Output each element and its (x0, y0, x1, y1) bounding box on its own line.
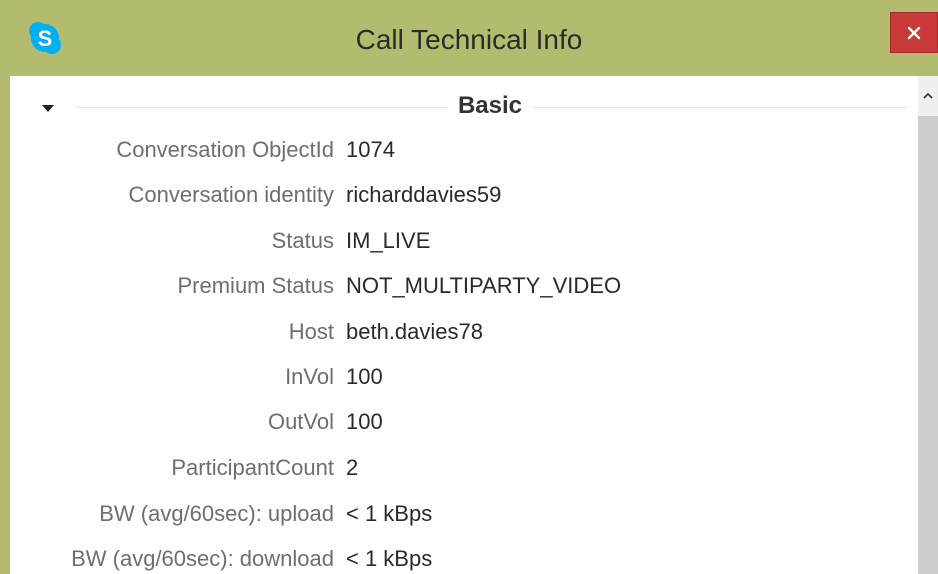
call-technical-info-window: S Call Technical Info Basic Conversation… (0, 0, 938, 574)
info-row-participantcount: ParticipantCount 2 (10, 453, 918, 483)
info-row-conversation-objectid: Conversation ObjectId 1074 (10, 135, 918, 165)
client-area: Basic Conversation ObjectId 1074 Convers… (10, 76, 938, 574)
info-value: < 1 kBps (346, 501, 433, 526)
vertical-scrollbar[interactable] (918, 76, 938, 574)
section-title: Basic (457, 92, 523, 119)
section-header-basic[interactable]: Basic (10, 88, 918, 124)
info-value: NOT_MULTIPARTY_VIDEO (346, 273, 622, 298)
title-bar[interactable]: S Call Technical Info (0, 0, 938, 76)
info-panel: Basic Conversation ObjectId 1074 Convers… (10, 76, 918, 574)
close-icon (907, 26, 921, 39)
info-value: richarddavies59 (346, 182, 502, 207)
info-value: < 1 kBps (346, 546, 433, 571)
section-divider-left (76, 107, 448, 108)
close-button[interactable] (890, 12, 938, 53)
info-label: Premium Status (177, 273, 335, 298)
info-row-bw-upload: BW (avg/60sec): upload < 1 kBps (10, 499, 918, 529)
section-divider-right (534, 107, 906, 108)
scrollbar-thumb[interactable] (918, 116, 938, 574)
info-label: Host (288, 319, 334, 344)
info-row-invol: InVol 100 (10, 362, 918, 392)
scroll-up-button[interactable] (918, 86, 938, 106)
window-title: Call Technical Info (355, 24, 583, 55)
chevron-up-icon (923, 92, 933, 99)
collapse-triangle-icon[interactable] (40, 100, 56, 116)
info-label: ParticipantCount (171, 455, 334, 480)
svg-text:S: S (38, 26, 53, 51)
info-value: 1074 (346, 137, 395, 162)
info-value: 100 (346, 409, 383, 434)
info-row-outvol: OutVol 100 (10, 407, 918, 437)
info-value: 100 (346, 364, 383, 389)
info-label: Conversation identity (128, 182, 334, 207)
info-row-bw-download: BW (avg/60sec): download < 1 kBps (10, 544, 918, 574)
info-label: Status (271, 228, 334, 253)
info-row-host: Host beth.davies78 (10, 317, 918, 347)
info-label: Conversation ObjectId (116, 137, 334, 162)
info-label: BW (avg/60sec): download (71, 546, 334, 571)
skype-icon: S (28, 21, 62, 55)
info-value: beth.davies78 (346, 319, 483, 344)
info-value: 2 (346, 455, 359, 480)
info-row-conversation-identity: Conversation identity richarddavies59 (10, 180, 918, 210)
info-row-premium-status: Premium Status NOT_MULTIPARTY_VIDEO (10, 271, 918, 301)
info-label: BW (avg/60sec): upload (99, 501, 334, 526)
info-label: OutVol (267, 409, 334, 434)
info-row-status: Status IM_LIVE (10, 226, 918, 256)
info-label: InVol (285, 364, 334, 389)
info-value: IM_LIVE (346, 228, 431, 253)
